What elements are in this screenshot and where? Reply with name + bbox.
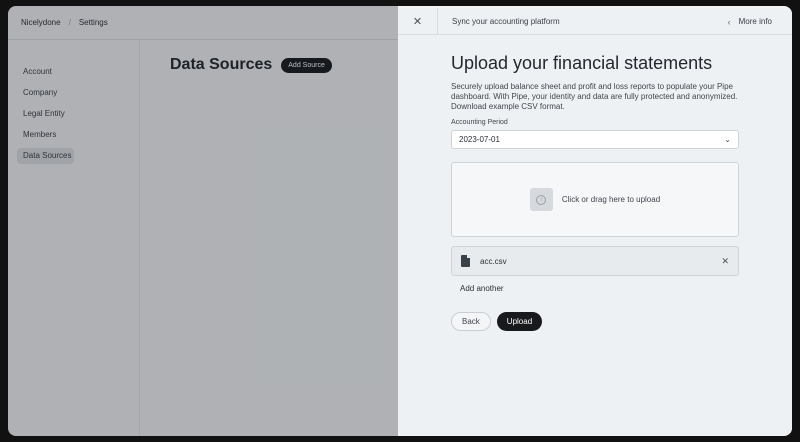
- panel-actions: Back Upload: [451, 312, 739, 331]
- panel-title: Sync your accounting platform: [452, 16, 560, 26]
- accounting-period-value: 2023-07-01: [459, 135, 500, 144]
- file-dropzone[interactable]: ↑ Click or drag here to upload: [451, 162, 739, 237]
- back-button[interactable]: Back: [451, 312, 491, 331]
- close-icon: ✕: [412, 15, 423, 28]
- csv-file-icon: [461, 255, 470, 267]
- upload-button[interactable]: Upload: [496, 312, 543, 331]
- close-panel-button[interactable]: ✕: [398, 7, 438, 35]
- file-name: acc.csv: [480, 256, 507, 266]
- upload-heading: Upload your financial statements: [451, 53, 713, 73]
- accounting-period-label: Accounting Period: [451, 119, 508, 126]
- panel-header: ✕ Sync your accounting platform ‹ More i…: [398, 7, 792, 35]
- more-info-button[interactable]: ‹ More info: [728, 8, 772, 35]
- chevron-down-icon: ⌄: [724, 135, 731, 144]
- app-window: Nicelydone / Settings Account Company Le…: [8, 6, 792, 436]
- upload-icon: ↑: [529, 188, 553, 211]
- uploaded-file-row: acc.csv ✕: [451, 246, 739, 276]
- upload-description: Securely upload balance sheet and profit…: [451, 82, 738, 111]
- dropzone-text: Click or drag here to upload: [561, 195, 661, 204]
- chevron-left-icon: ‹: [727, 16, 731, 27]
- modal-backdrop[interactable]: [8, 6, 398, 436]
- add-another-link[interactable]: Add another: [460, 284, 739, 293]
- remove-file-icon[interactable]: ✕: [721, 256, 729, 267]
- panel-content: Upload your financial statements Securel…: [451, 53, 739, 331]
- accounting-period-select[interactable]: 2023-07-01 ⌄: [451, 130, 739, 149]
- upload-side-panel: ✕ Sync your accounting platform ‹ More i…: [398, 7, 792, 434]
- more-info-label: More info: [738, 17, 772, 26]
